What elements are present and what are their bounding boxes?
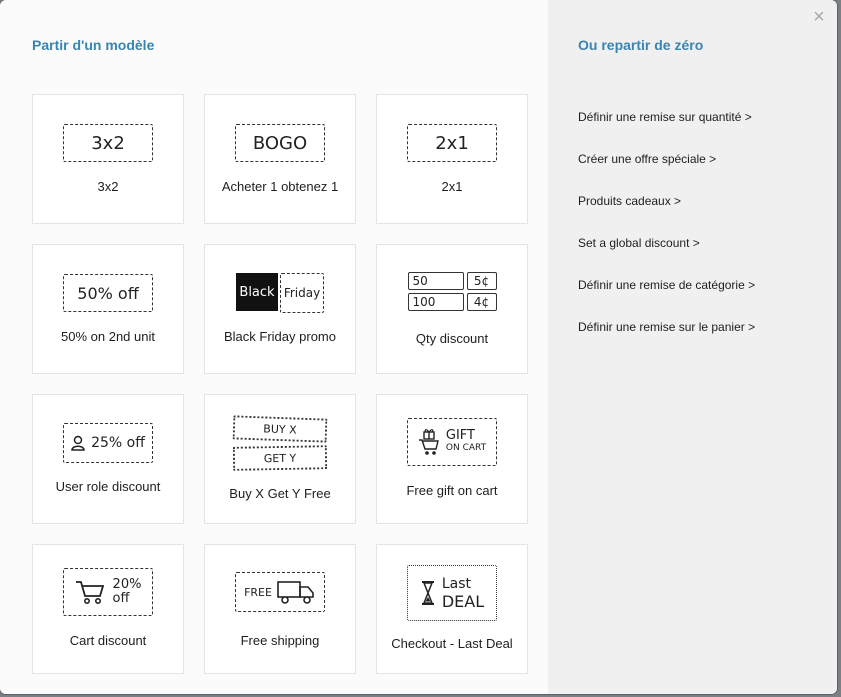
cart-icon xyxy=(75,581,104,604)
template-card-50-off[interactable]: 50% off 50% on 2nd unit xyxy=(32,244,184,374)
on-cart-text: ON CART xyxy=(445,443,487,453)
card-label: Acheter 1 obtenez 1 xyxy=(221,179,339,194)
card-label: User role discount xyxy=(55,479,161,494)
template-card-free-shipping[interactable]: FREE Free shipping xyxy=(204,544,356,674)
card-label: Free shipping xyxy=(240,633,320,648)
coupon-icon: 20% off xyxy=(63,568,153,616)
coupon-icon: 3x2 xyxy=(63,124,153,162)
card-label: Black Friday promo xyxy=(224,329,336,344)
template-card-free-gift[interactable]: GIFT ON CART Free gift on cart xyxy=(376,394,528,524)
coupon-icon: Last DEAL xyxy=(407,565,497,621)
card-label: 3x2 xyxy=(97,179,119,194)
friday-tag: Friday xyxy=(280,273,324,313)
template-card-bogo[interactable]: BOGO Acheter 1 obtenez 1 xyxy=(204,94,356,224)
price-cell: 4¢ xyxy=(466,292,497,311)
template-modal: Partir d'un modèle 3x2 3x2 BOGO Acheter … xyxy=(0,0,837,694)
black-friday-icon: Black Friday xyxy=(236,273,324,313)
card-label: Free gift on cart xyxy=(406,483,498,498)
user-icon xyxy=(71,435,85,451)
scratch-panel: Ou repartir de zéro Définir une remise s… xyxy=(548,0,837,694)
template-card-3x2[interactable]: 3x2 3x2 xyxy=(32,94,184,224)
close-icon[interactable]: × xyxy=(810,7,828,27)
template-grid: 3x2 3x2 BOGO Acheter 1 obtenez 1 2x1 2x1 xyxy=(32,94,528,674)
coupon-icon: 25% off xyxy=(63,423,153,463)
link-gift-products[interactable]: Produits cadeaux > xyxy=(578,194,755,236)
coupon-icon: FREE xyxy=(235,572,325,612)
template-panel: Partir d'un modèle 3x2 3x2 BOGO Acheter … xyxy=(0,0,548,694)
link-special-offer[interactable]: Créer une offre spéciale > xyxy=(578,152,755,194)
template-panel-title: Partir d'un modèle xyxy=(32,37,155,53)
template-card-user-role[interactable]: 25% off User role discount xyxy=(32,394,184,524)
card-label: Checkout - Last Deal xyxy=(391,636,513,651)
black-tag: Black xyxy=(236,273,278,311)
qty-cell: 50 xyxy=(407,271,464,290)
link-quantity-discount[interactable]: Définir une remise sur quantité > xyxy=(578,110,755,152)
deal-text: DEAL xyxy=(441,592,485,611)
template-card-black-friday[interactable]: Black Friday Black Friday promo xyxy=(204,244,356,374)
last-text: Last xyxy=(441,576,472,592)
coupon-icon: BOGO xyxy=(235,124,325,162)
buy-get-icon: BUY X GET Y xyxy=(232,414,328,471)
qty-cell: 100 xyxy=(407,292,464,311)
template-card-qty-discount[interactable]: 50 5¢ 100 4¢ Qty discount xyxy=(376,244,528,374)
link-cart-discount[interactable]: Définir une remise sur le panier > xyxy=(578,320,755,362)
get-ticket: GET Y xyxy=(232,444,328,471)
card-label: 50% on 2nd unit xyxy=(61,329,155,344)
template-card-2x1[interactable]: 2x1 2x1 xyxy=(376,94,528,224)
price-cell: 5¢ xyxy=(466,271,497,290)
coupon-text: 25% off xyxy=(91,435,145,451)
coupon-icon: GIFT ON CART xyxy=(407,418,497,466)
link-category-discount[interactable]: Définir une remise de catégorie > xyxy=(578,278,755,320)
buy-ticket: BUY X xyxy=(232,414,328,443)
coupon-icon: 2x1 xyxy=(407,124,497,162)
link-global-discount[interactable]: Set a global discount > xyxy=(578,236,755,278)
card-label: Cart discount xyxy=(69,633,147,648)
gift-cart-icon xyxy=(418,429,439,455)
card-label: 2x1 xyxy=(441,179,463,194)
template-card-buy-x-get-y[interactable]: BUY X GET Y Buy X Get Y Free xyxy=(204,394,356,524)
template-card-last-deal[interactable]: Last DEAL Checkout - Last Deal xyxy=(376,544,528,674)
gift-text: GIFT xyxy=(445,428,475,443)
hourglass-icon xyxy=(421,581,434,605)
percent-text: 20% xyxy=(112,577,142,592)
off-text: off xyxy=(112,591,130,606)
card-label: Qty discount xyxy=(415,331,489,346)
scratch-links: Définir une remise sur quantité > Créer … xyxy=(578,110,755,362)
truck-icon xyxy=(277,581,314,604)
coupon-icon: 50% off xyxy=(63,274,153,312)
free-text: FREE xyxy=(244,585,272,599)
qty-table-icon: 50 5¢ 100 4¢ xyxy=(407,271,497,311)
card-label: Buy X Get Y Free xyxy=(229,486,331,501)
scratch-panel-title: Ou repartir de zéro xyxy=(578,37,704,53)
template-card-cart-discount[interactable]: 20% off Cart discount xyxy=(32,544,184,674)
